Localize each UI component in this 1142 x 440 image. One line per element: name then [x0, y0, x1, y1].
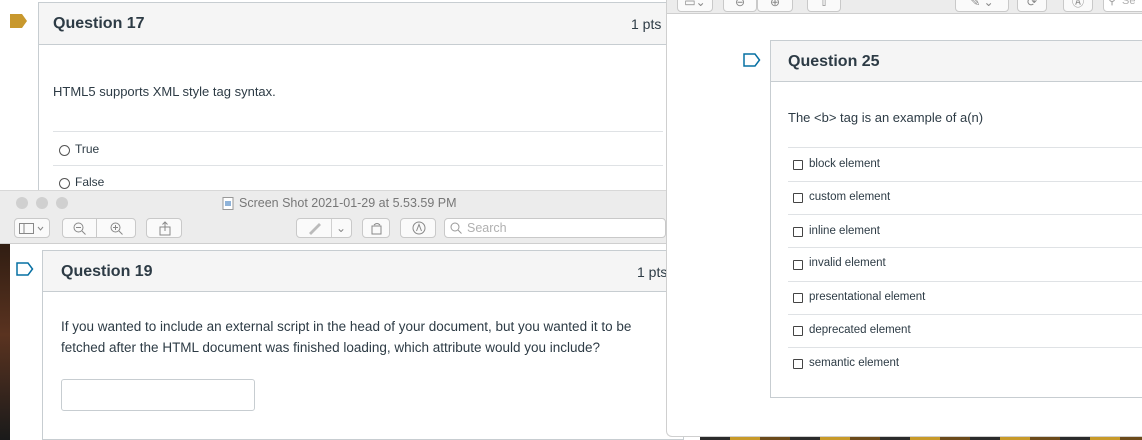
divider	[53, 165, 663, 166]
answer-input[interactable]	[61, 379, 255, 411]
sidebar-icon	[19, 223, 44, 234]
checkbox-custom-element[interactable]	[793, 193, 803, 203]
divider	[788, 147, 1142, 148]
checkbox-presentational-element[interactable]	[793, 293, 803, 303]
question-17-header: Question 17 1 pts	[39, 3, 679, 45]
divider	[788, 247, 1142, 248]
option-label: presentational element	[809, 291, 926, 303]
pen-icon: ✎ ⌄	[970, 0, 994, 9]
option-label: deprecated element	[809, 324, 911, 336]
divider	[788, 181, 1142, 182]
question-17-title: Question 17	[53, 15, 145, 32]
option-label: custom element	[809, 191, 891, 203]
zoom-out-icon	[73, 222, 86, 235]
rotate-button[interactable]	[362, 218, 390, 238]
background-strip	[0, 230, 10, 440]
document-icon	[222, 197, 234, 210]
divider	[788, 314, 1142, 315]
option-label: block element	[809, 158, 880, 170]
option-label: inline element	[809, 225, 880, 237]
question-19-prompt-line-2: fetched after the HTML document was fini…	[61, 340, 601, 355]
question-19-prompt-line-1: If you wanted to include an external scr…	[61, 319, 632, 334]
question-25-header: Question 25	[771, 41, 1142, 82]
search-icon: ⚲	[1108, 0, 1117, 7]
sidebar-icon: ▭⌄	[684, 0, 706, 9]
checkbox-semantic-element[interactable]	[793, 359, 803, 369]
share-button[interactable]	[146, 218, 182, 238]
search-partial: Se	[1122, 0, 1136, 7]
zoom-in-icon	[110, 222, 123, 235]
question-19-title: Question 19	[61, 263, 153, 280]
search-field[interactable]: ⚲ Se	[1103, 0, 1142, 12]
radio-true[interactable]	[59, 145, 70, 156]
flag-outline-icon[interactable]	[743, 53, 761, 67]
checkbox-block-element[interactable]	[793, 160, 803, 170]
option-true-label: True	[75, 142, 100, 156]
flag-outline-icon[interactable]	[16, 262, 34, 276]
share-icon: ⇧	[818, 0, 830, 9]
question-17-points: 1 pts	[631, 16, 662, 32]
flag-icon[interactable]	[10, 14, 28, 28]
close-dot[interactable]	[16, 197, 28, 209]
zoom-in-button[interactable]: ⊕	[757, 0, 793, 12]
preview-window-titlebar: Screen Shot 2021-01-29 at 5.53.59 PM ⌄ S…	[0, 190, 672, 244]
question-17-prompt: HTML5 supports XML style tag syntax.	[53, 84, 276, 99]
zoom-out-button[interactable]	[62, 218, 96, 238]
question-17-card: Question 17 1 pts HTML5 supports XML sty…	[38, 2, 680, 199]
divider	[53, 131, 663, 132]
share-button[interactable]: ⇧	[807, 0, 841, 12]
option-label: semantic element	[809, 357, 900, 369]
zoom-dot[interactable]	[56, 197, 68, 209]
share-icon	[159, 221, 171, 236]
question-19-card: Question 19 1 pts If you wanted to inclu…	[42, 250, 684, 440]
divider	[788, 214, 1142, 215]
zoom-in-icon: ⊕	[769, 0, 781, 9]
option-label: invalid element	[809, 257, 886, 269]
divider	[788, 281, 1142, 282]
checkbox-deprecated-element[interactable]	[793, 326, 803, 336]
rotate-icon: ⟳	[1026, 0, 1038, 9]
question-19-points: 1 pts	[637, 264, 668, 280]
checkbox-invalid-element[interactable]	[793, 260, 803, 270]
right-toolbar: ▭⌄ ⊖ ⊕ ⇧ ✎ ⌄ ⟳ Ⓐ ⚲ Se	[667, 0, 1142, 14]
search-field[interactable]: Search	[444, 218, 666, 238]
sidebar-toggle-button[interactable]	[14, 218, 50, 238]
checkbox-inline-element[interactable]	[793, 227, 803, 237]
question-25-title: Question 25	[788, 53, 880, 70]
divider	[788, 347, 1142, 348]
rotate-button[interactable]: ⟳	[1017, 0, 1047, 12]
markup-icon: Ⓐ	[1071, 0, 1084, 9]
sidebar-toggle-button[interactable]: ▭⌄	[677, 0, 713, 12]
pen-icon	[309, 223, 321, 235]
zoom-out-button[interactable]: ⊖	[723, 0, 757, 12]
zoom-in-button[interactable]	[96, 218, 136, 238]
question-19-header: Question 19 1 pts	[43, 251, 683, 292]
rotate-icon	[371, 223, 382, 235]
markup-pen-button[interactable]: ⌄	[296, 218, 352, 238]
search-icon	[450, 222, 462, 234]
markup-button[interactable]	[400, 218, 436, 238]
zoom-out-icon: ⊖	[734, 0, 746, 9]
markup-button[interactable]: Ⓐ	[1063, 0, 1093, 12]
radio-false[interactable]	[59, 178, 70, 189]
question-25-card: Question 25 The <b> tag is an example of…	[770, 40, 1142, 398]
window-title: Screen Shot 2021-01-29 at 5.53.59 PM	[239, 196, 457, 210]
option-false-label: False	[75, 175, 105, 189]
markup-pen-button[interactable]: ✎ ⌄	[955, 0, 1009, 12]
search-placeholder: Search	[467, 221, 507, 235]
right-window: ▭⌄ ⊖ ⊕ ⇧ ✎ ⌄ ⟳ Ⓐ ⚲ Se Question 25 The <b…	[666, 0, 1142, 437]
minimize-dot[interactable]	[36, 197, 48, 209]
chevron-down-icon: ⌄	[331, 219, 350, 237]
markup-icon	[412, 221, 426, 235]
question-25-prompt: The <b> tag is an example of a(n)	[788, 110, 984, 125]
